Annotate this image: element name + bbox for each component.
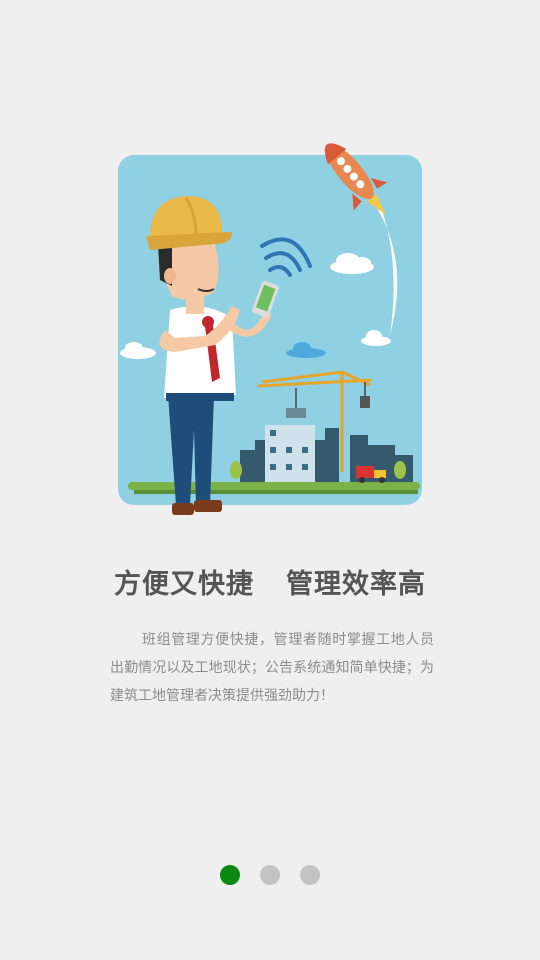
headline: 方便又快捷 管理效率高 xyxy=(0,562,540,601)
headline-right: 管理效率高 xyxy=(286,569,426,600)
page-indicator xyxy=(0,865,540,885)
page-dot-1[interactable] xyxy=(220,865,240,885)
ground xyxy=(128,482,420,490)
page-dot-2[interactable] xyxy=(260,865,280,885)
building-icon xyxy=(265,425,315,482)
tree-icon xyxy=(230,461,242,479)
tree-icon xyxy=(394,461,406,479)
description-text: 班组管理方便快捷，管理者随时掌握工地人员出勤情况以及工地现状；公告系统通知简单快… xyxy=(110,632,434,704)
page-dot-3[interactable] xyxy=(300,865,320,885)
onboarding-illustration xyxy=(118,143,422,515)
headline-left: 方便又快捷 xyxy=(114,569,254,600)
